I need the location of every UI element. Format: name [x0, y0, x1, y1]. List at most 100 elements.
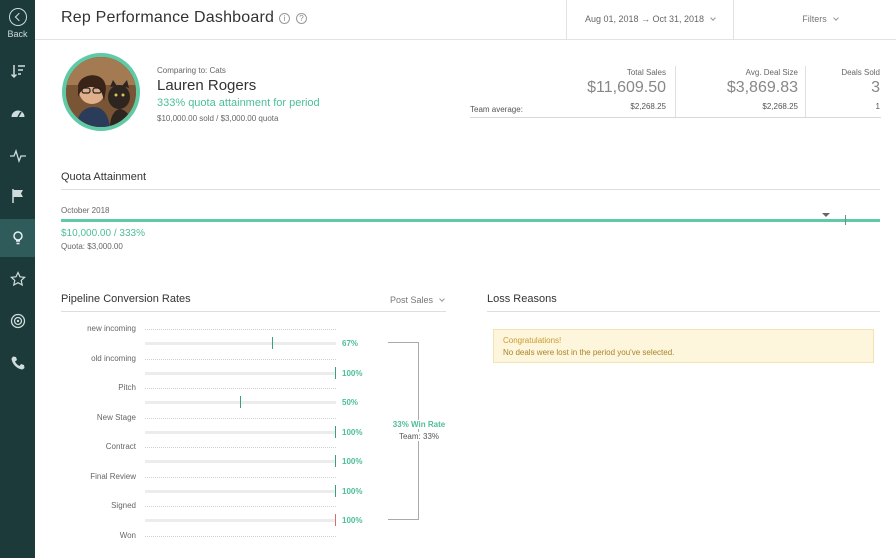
- conversion-marker: [335, 514, 336, 526]
- sidebar-item-activity[interactable]: [0, 137, 35, 175]
- sidebar-item-star[interactable]: [0, 260, 35, 298]
- chevron-down-icon: [710, 15, 716, 21]
- conversion-percent: 100%: [342, 516, 363, 525]
- caret-down-icon[interactable]: [822, 213, 830, 217]
- star-icon: [9, 271, 26, 287]
- activity-icon: [9, 149, 26, 163]
- conversion-marker: [335, 484, 336, 497]
- flag-icon: [11, 189, 23, 203]
- conversion-marker: [272, 337, 274, 349]
- pipeline-section-title: Pipeline Conversion Rates: [61, 293, 191, 305]
- sidebar-item-flag[interactable]: [0, 177, 35, 215]
- notice-title: Congratulations!: [503, 336, 562, 345]
- quota-target-marker: [845, 215, 846, 225]
- pipeline-stage-label: old incoming: [91, 353, 136, 363]
- sidebar: Back: [0, 0, 35, 558]
- sort-icon: [10, 65, 25, 79]
- conversion-percent: 100%: [342, 427, 363, 437]
- conversion-percent: 100%: [342, 486, 363, 496]
- conversion-marker: [240, 396, 241, 408]
- conversion-marker: [335, 366, 336, 379]
- stat-label: Avg. Deal Size: [745, 68, 798, 77]
- back-button[interactable]: Back: [0, 8, 35, 39]
- avatar-photo: [66, 57, 136, 127]
- quota-section-title: Quota Attainment: [61, 171, 146, 183]
- pipeline-stage-label: new incoming: [87, 324, 136, 333]
- chevron-down-icon: [439, 296, 445, 302]
- conversion-track: [145, 430, 336, 434]
- quota-month: October 2018: [61, 206, 110, 215]
- stage-divider: [145, 506, 336, 507]
- team-average-label: Team average:: [470, 105, 523, 114]
- stat-value: $3,869.83: [726, 79, 798, 96]
- section-divider: [487, 311, 880, 312]
- pipeline-stage-label: New Stage: [96, 412, 136, 422]
- sidebar-item-phone[interactable]: [0, 344, 35, 382]
- target-icon: [10, 313, 25, 329]
- pipeline-filter-label: Post Sales: [390, 295, 434, 305]
- pipeline-stage-label: Won: [119, 530, 136, 540]
- stat-value: $11,609.50: [587, 79, 666, 96]
- conversion-percent: 67%: [342, 339, 359, 348]
- quota-progress-bar: [61, 219, 880, 222]
- conversion-marker: [335, 455, 336, 467]
- conversion-percent: 100%: [342, 368, 363, 378]
- back-label: Back: [7, 29, 28, 39]
- stat-team-average: 1: [875, 102, 880, 111]
- date-range-picker[interactable]: Aug 01, 2018 → Oct 31, 2018: [566, 0, 734, 40]
- loss-reasons-title: Loss Reasons: [487, 293, 557, 305]
- stat-deals-sold: Deals Sold 3 1: [841, 68, 880, 111]
- section-divider: [61, 189, 880, 190]
- stat-team-average: $2,268.25: [762, 102, 798, 111]
- pipeline-stage-label: Contract: [105, 442, 136, 451]
- pipeline-filter-dropdown[interactable]: Post Sales: [390, 295, 445, 305]
- filters-label: Filters: [802, 14, 827, 24]
- stage-divider: [145, 417, 336, 419]
- win-rate-bracket: [388, 342, 419, 520]
- header: Rep Performance Dashboard i ? Aug 01, 20…: [35, 0, 896, 40]
- conversion-percent: 100%: [342, 457, 363, 466]
- sidebar-item-target[interactable]: [0, 302, 35, 340]
- conversion-marker: [335, 425, 336, 438]
- stage-divider: [145, 447, 336, 448]
- stat-value: 3: [871, 79, 880, 96]
- lightbulb-icon: [12, 231, 23, 245]
- stat-avg-deal-size: Avg. Deal Size $3,869.83 $2,268.25: [727, 68, 798, 111]
- stat-total-sales: Total Sales $11,609.50 $2,268.25: [587, 68, 666, 111]
- sidebar-item-dashboard[interactable]: [0, 94, 35, 132]
- quota-value: Quota: $3,000.00: [61, 242, 123, 251]
- conversion-track: [145, 460, 336, 463]
- info-icon[interactable]: i: [279, 13, 290, 24]
- dashboard-icon: [11, 110, 24, 118]
- filters-dropdown[interactable]: Filters: [775, 0, 865, 40]
- page-title: Rep Performance Dashboard: [61, 9, 275, 26]
- stat-label: Deals Sold: [841, 68, 880, 77]
- conversion-percent: 50%: [342, 398, 359, 407]
- rep-name: Lauren Rogers: [157, 77, 257, 94]
- sold-summary: $10,000.00 sold / $3,000.00 quota: [157, 114, 279, 123]
- stat-team-average: $2,268.25: [630, 102, 666, 111]
- stage-divider: [145, 476, 336, 478]
- sidebar-item-insights[interactable]: [0, 219, 35, 257]
- stage-divider: [145, 358, 336, 360]
- team-average-divider: [470, 117, 881, 118]
- stat-divider: [805, 66, 806, 118]
- pipeline-stage-label: Pitch: [118, 383, 136, 392]
- win-rate: 33% Win Rate: [388, 420, 450, 429]
- notice-text: No deals were lost in the period you've …: [503, 348, 675, 357]
- date-range-text: Aug 01, 2018 → Oct 31, 2018: [584, 14, 705, 24]
- stat-label: Total Sales: [626, 68, 666, 77]
- conversion-track: [145, 342, 336, 345]
- chevron-down-icon: [832, 15, 839, 21]
- help-icon[interactable]: ?: [296, 13, 307, 24]
- section-divider: [61, 311, 446, 312]
- conversion-track: [145, 519, 336, 522]
- conversion-track: [145, 371, 336, 375]
- stage-divider: [145, 535, 336, 537]
- stage-divider: [145, 329, 336, 330]
- team-win-rate: Team: 33%: [388, 432, 450, 441]
- quota-amount: $10,000.00 / 333%: [61, 228, 145, 239]
- comparing-to: Comparing to: Cats: [157, 66, 226, 75]
- sidebar-item-sort[interactable]: [0, 52, 35, 90]
- conversion-track: [145, 489, 336, 493]
